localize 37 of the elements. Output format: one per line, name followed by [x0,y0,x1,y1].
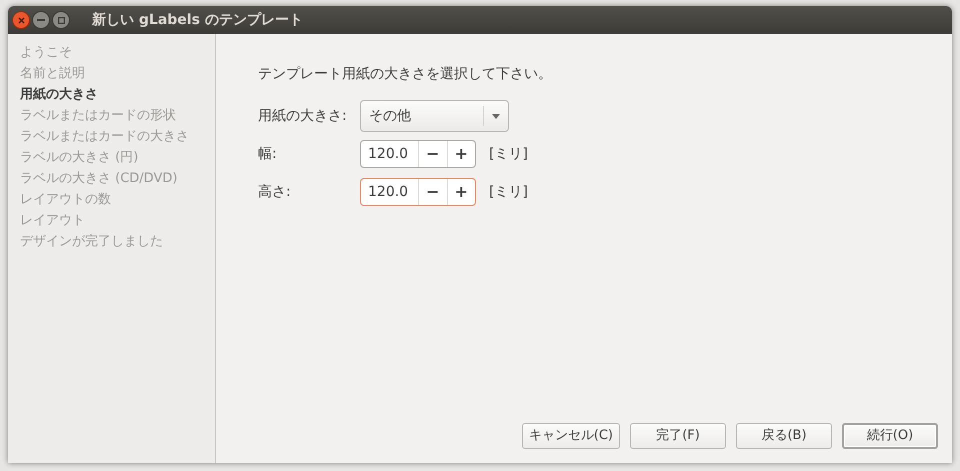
dialog-button[interactable]: 続行(O) [842,423,938,449]
close-button[interactable] [12,11,30,29]
increment-button[interactable]: + [446,141,475,167]
sidebar-item: 名前と説明 [20,65,86,83]
spin-field[interactable]: 120.0 − + [360,178,476,206]
unit-label: [ミリ] [489,182,528,202]
close-icon [18,16,24,24]
sidebar-item: レイアウトの数 [20,191,112,209]
window-title: 新しい gLabels のテンプレート [92,10,303,30]
decrement-button[interactable]: − [418,179,446,205]
dialog-button[interactable]: キャンセル(C) [522,423,620,449]
sidebar-item: ラベルまたはカードの形状 [20,107,177,125]
dialog-button[interactable]: 戻る(B) [736,423,832,449]
field-label: 用紙の大きさ: [258,106,348,126]
minimize-button[interactable] [32,11,50,29]
sidebar-item: ラベルの大きさ (円) [20,149,140,167]
instruction-text: テンプレート用紙の大きさを選択して下さい。 [258,65,553,84]
paper-size-dropdown[interactable]: その他 [360,100,509,132]
sidebar-item: ラベルの大きさ (CD/DVD) [20,170,178,188]
sidebar-item: ラベルまたはカードの大きさ [20,128,190,146]
field-label: 幅: [258,144,278,164]
number-input[interactable]: 120.0 [361,179,418,205]
spin-field[interactable]: 120.0 − + [360,140,476,168]
increment-button[interactable]: + [446,179,475,205]
unit-label: [ミリ] [489,144,528,164]
minimize-icon [37,19,45,21]
sidebar-item: ようこそ [20,44,73,62]
number-input[interactable]: 120.0 [361,141,418,167]
dialog-button[interactable]: 完了(F) [630,423,726,449]
field-label: 高さ: [258,182,292,202]
maximize-icon [58,16,64,24]
decrement-button[interactable]: − [418,141,446,167]
dropdown-caret-icon [492,114,500,118]
maximize-button[interactable] [52,11,70,29]
sidebar-item: レイアウト [20,212,86,230]
sidebar-item: 用紙の大きさ [20,86,99,104]
sidebar-item: デザインが完了しました [20,233,164,251]
